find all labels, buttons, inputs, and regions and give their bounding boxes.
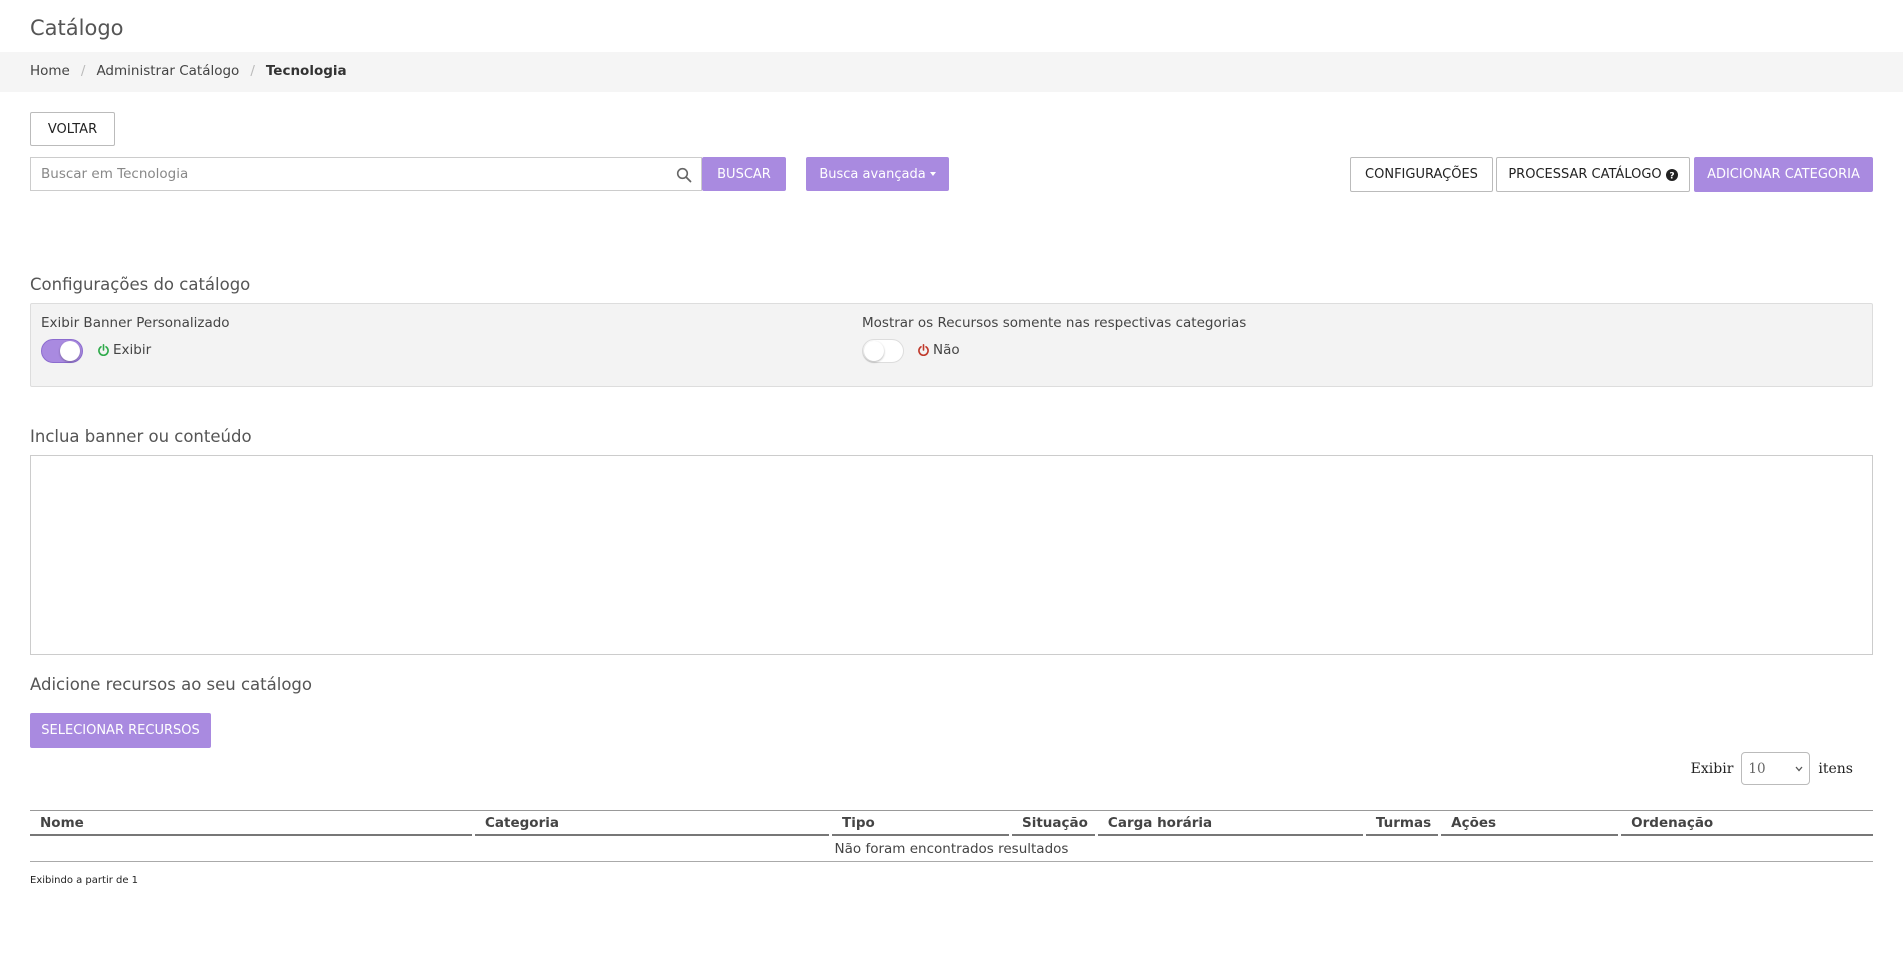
caret-down-icon [929,172,936,176]
settings-button[interactable]: CONFIGURAÇÕES [1350,157,1493,192]
page-title: Catálogo [30,16,124,40]
resources-toggle[interactable] [862,339,904,363]
results-summary: Exibindo a partir de 1 [30,875,139,886]
banner-status-text: Exibir [113,342,152,358]
banner-toggle[interactable] [41,339,83,363]
select-resources-button[interactable]: SELECIONAR RECURSOS [30,713,211,748]
process-catalog-label: PROCESSAR CATÁLOGO [1508,167,1662,182]
add-category-button[interactable]: ADICIONAR CATEGORIA [1694,157,1873,192]
resources-section-title: Adicione recursos ao seu catálogo [30,675,312,694]
resources-table: Nome Categoria Tipo Situação Carga horár… [30,810,1873,862]
breadcrumb: Home / Administrar Catálogo / Tecnologia [30,63,347,79]
power-icon [98,343,109,356]
items-label: itens [1818,760,1853,777]
breadcrumb-home[interactable]: Home [30,63,70,79]
column-header-tipo[interactable]: Tipo [829,810,1012,836]
banner-section-title: Inclua banner ou conteúdo [30,427,252,446]
banner-toggle-status: Exibir [97,342,151,358]
search-input[interactable] [41,158,661,190]
show-label: Exibir [1690,760,1734,777]
advanced-search-button[interactable]: Busca avançada [806,157,949,191]
column-header-ordenacao[interactable]: Ordenação [1618,810,1873,836]
search-button[interactable]: BUSCAR [702,157,786,191]
resources-status-text: Não [933,342,960,358]
toggle-knob [60,341,80,361]
column-header-categoria[interactable]: Categoria [472,810,832,836]
page-size-value: 10 [1748,760,1766,777]
resources-setting-label: Mostrar os Recursos somente nas respecti… [862,315,1247,331]
page-size-select[interactable]: 10 [1741,752,1811,785]
page-size-control: Exibir 10 itens [1691,752,1853,785]
breadcrumb-current: Tecnologia [265,63,347,79]
search-box [30,157,702,191]
empty-results-message: Não foram encontrados resultados [30,835,1873,862]
search-icon[interactable] [676,167,692,183]
table-row: Não foram encontrados resultados [30,835,1873,862]
resources-toggle-status: Não [917,342,960,358]
breadcrumb-separator: / [250,63,255,79]
toggle-knob [864,341,884,361]
svg-text:?: ? [1669,171,1674,181]
column-header-turmas[interactable]: Turmas [1362,810,1442,836]
chevron-down-icon [1795,766,1803,771]
advanced-search-label: Busca avançada [819,166,926,182]
process-catalog-button[interactable]: PROCESSAR CATÁLOGO ? [1496,157,1690,192]
back-button[interactable]: VOLTAR [30,112,115,146]
table-header-row: Nome Categoria Tipo Situação Carga horár… [30,810,1873,836]
column-header-situacao[interactable]: Situação [1009,810,1098,836]
question-circle-icon: ? [1665,168,1678,181]
config-section-title: Configurações do catálogo [30,275,251,294]
breadcrumb-admin[interactable]: Administrar Catálogo [96,63,239,79]
column-header-acoes: Ações [1438,810,1622,836]
power-icon [918,343,929,356]
column-header-nome[interactable]: Nome [30,810,475,836]
banner-content-editor[interactable] [30,455,1873,655]
config-panel: Exibir Banner Personalizado Exibir Mostr… [30,303,1873,387]
breadcrumb-bar: Home / Administrar Catálogo / Tecnologia [0,52,1903,92]
column-header-carga-horaria[interactable]: Carga horária [1094,810,1366,836]
banner-setting-label: Exibir Banner Personalizado [41,315,230,331]
breadcrumb-separator: / [80,63,86,79]
